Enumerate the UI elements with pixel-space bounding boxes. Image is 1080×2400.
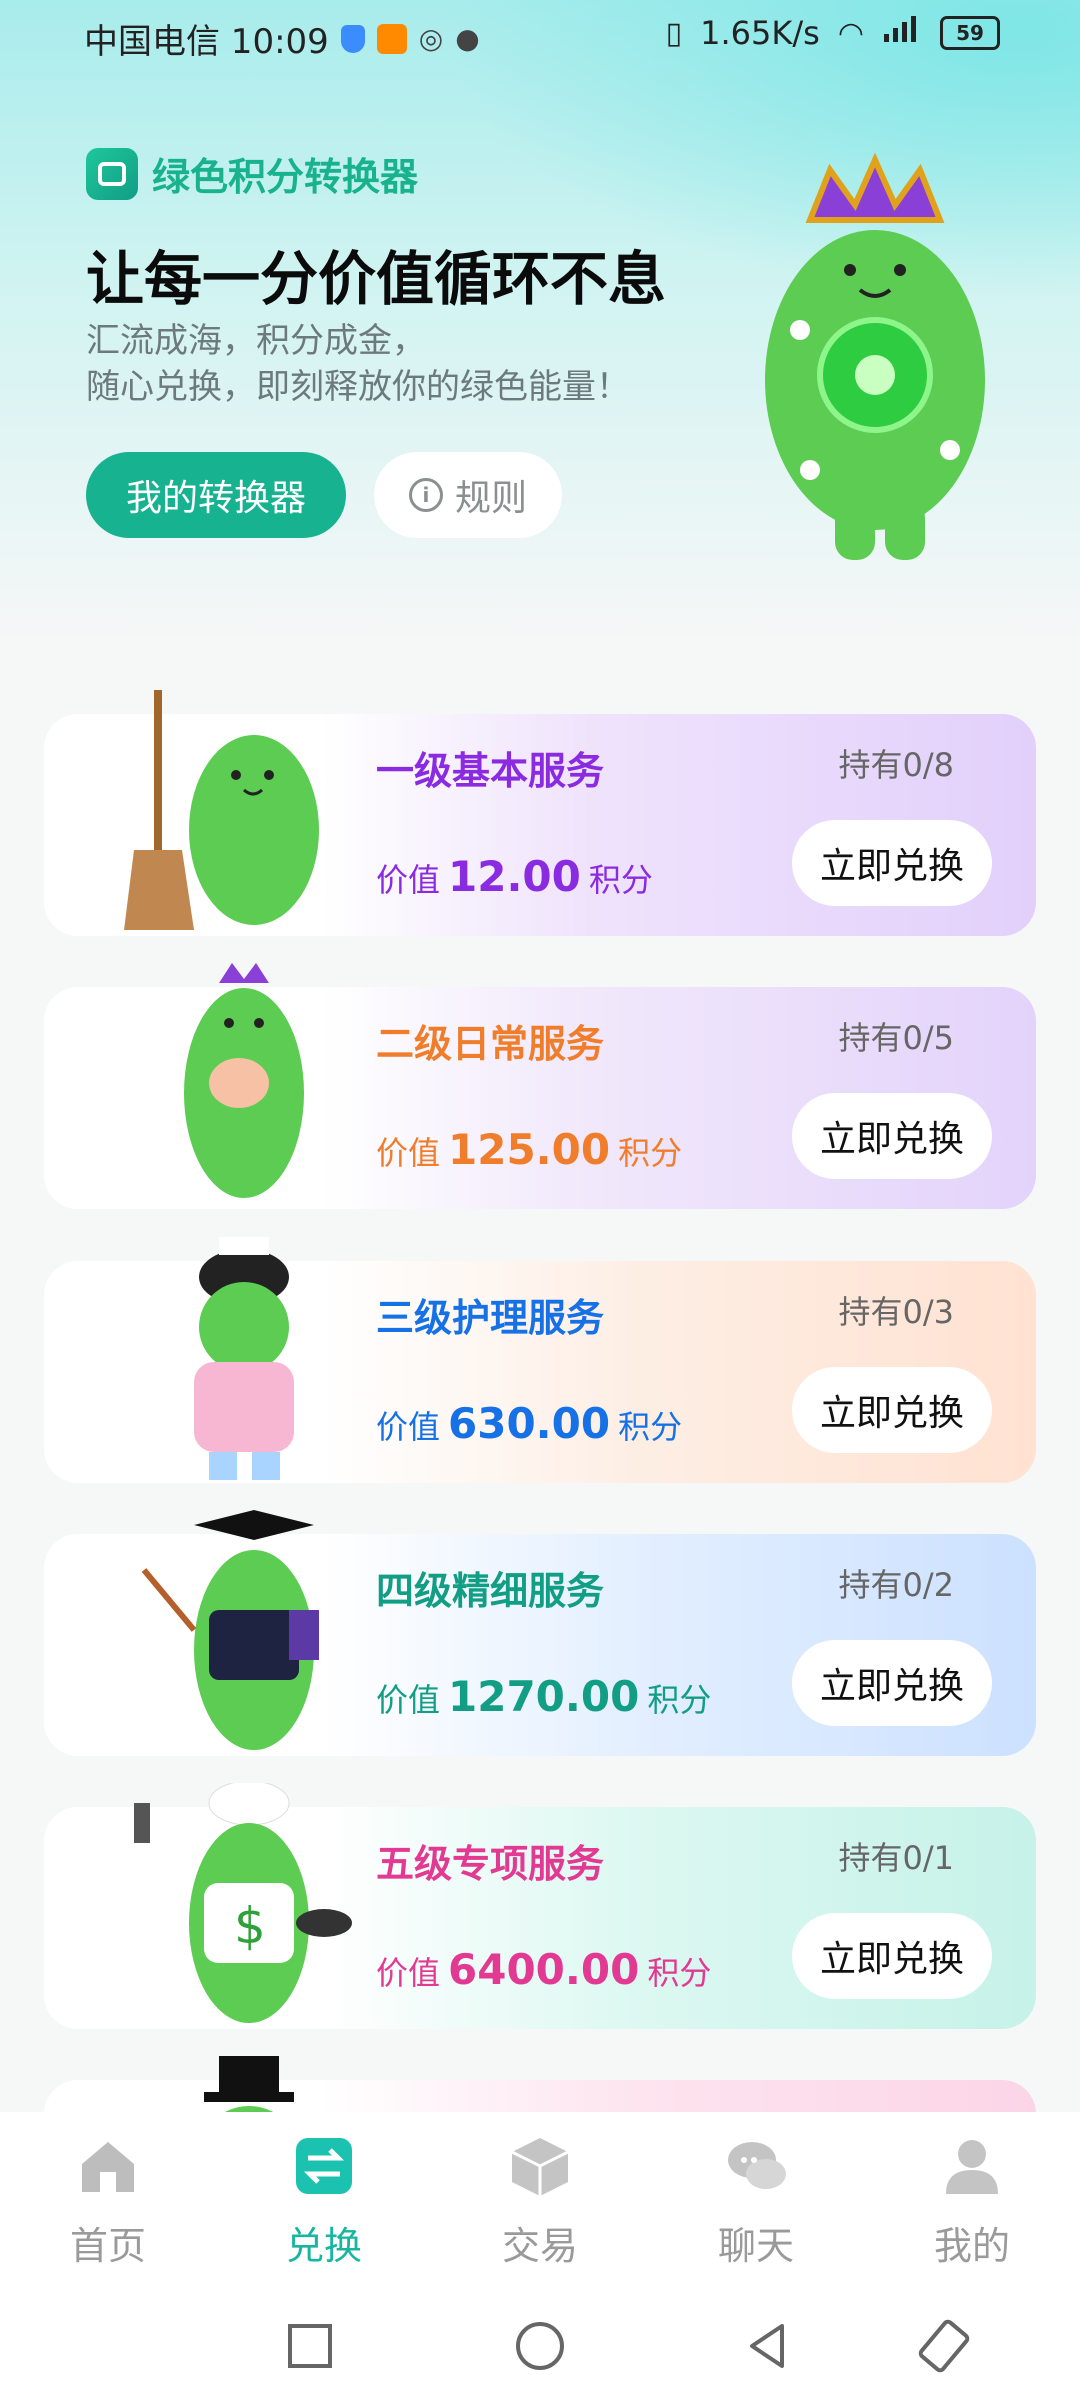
brand-title: 绿色积分转换器 — [152, 155, 419, 199]
value-prefix: 价值 — [376, 1134, 441, 1172]
value-suffix: 积分 — [588, 861, 653, 899]
nav-chat[interactable]: 聊天 — [676, 2134, 836, 2270]
taobao-app-icon — [376, 23, 407, 54]
service-card-level-3: 三级护理服务 持有0/3 价值 630.00 积分 立即兑换 — [44, 1237, 1036, 1483]
value-suffix: 积分 — [647, 1954, 712, 1992]
card-holdings: 持有0/5 — [838, 1019, 954, 1057]
info-icon: i — [408, 478, 443, 512]
rules-button[interactable]: i 规则 — [374, 452, 562, 538]
crowned-mascot-illustration — [765, 152, 985, 560]
nav-trade[interactable]: 交易 — [460, 2134, 620, 2270]
nav-exchange-label: 兑换 — [285, 2224, 362, 2268]
value-amount: 12.00 — [448, 852, 581, 901]
back-icon[interactable] — [738, 2316, 798, 2376]
exchange-now-button[interactable]: 立即兑换 — [792, 1913, 992, 1999]
carrier-time: 中国电信 10:09 — [84, 22, 329, 62]
my-converter-button[interactable]: 我的转换器 — [86, 452, 346, 538]
subtitle: 汇流成海，积分成金， 随心兑换，即刻释放你的绿色能量！ — [86, 318, 630, 410]
value-prefix: 价值 — [376, 861, 441, 899]
card-value: 价值 125.00 积分 — [376, 1125, 682, 1174]
headline: 让每一分价值循环不息 — [86, 245, 667, 313]
vibrate-icon: ▯ — [665, 15, 683, 51]
status-left: 中国电信 10:09 ◎ ● — [84, 14, 480, 63]
nav-trade-label: 交易 — [501, 2224, 578, 2268]
service-card-level-2: 二级日常服务 持有0/5 价值 125.00 积分 立即兑换 — [44, 963, 1036, 1209]
value-amount: 630.00 — [448, 1399, 611, 1448]
converter-logo-icon — [86, 147, 138, 200]
value-prefix: 价值 — [376, 1681, 441, 1719]
net-speed: 1.65K/s — [700, 14, 820, 52]
shield-app-icon — [340, 24, 365, 53]
nav-home-label: 首页 — [69, 2224, 146, 2268]
card-title: 一级基本服务 — [376, 749, 605, 793]
exchange-now-button[interactable]: 立即兑换 — [792, 1367, 992, 1453]
value-prefix: 价值 — [376, 1408, 441, 1446]
rotate-screen-icon[interactable] — [914, 2316, 974, 2376]
card-value: 价值 1270.00 积分 — [376, 1672, 711, 1721]
brand: 绿色积分转换器 — [86, 146, 418, 201]
nav-chat-label: 聊天 — [717, 2224, 794, 2268]
broom-mascot-illustration — [124, 690, 319, 930]
wechat-icon: ◎ — [418, 22, 444, 55]
nav-mine[interactable]: 我的 — [892, 2134, 1052, 2270]
card-holdings: 持有0/2 — [838, 1566, 954, 1604]
value-suffix: 积分 — [647, 1681, 712, 1719]
card-value: 价值 630.00 积分 — [376, 1399, 682, 1448]
status-right: ▯ 1.65K/s ◠ 59 — [666, 14, 1000, 52]
chat-icon — [728, 2142, 786, 2189]
card-value: 价值 12.00 积分 — [376, 852, 653, 901]
user-icon — [946, 2140, 998, 2194]
graduate-mascot-illustration — [141, 1510, 319, 1750]
value-amount: 6400.00 — [448, 1945, 640, 1994]
value-amount: 125.00 — [448, 1125, 611, 1174]
bottom-navigation: 首页 兑换 交易 聊天 我的 — [0, 2112, 1080, 2292]
value-amount: 1270.00 — [448, 1672, 640, 1721]
card-title: 二级日常服务 — [376, 1022, 605, 1066]
service-card-level-4: 四级精细服务 持有0/2 价值 1270.00 积分 立即兑换 — [44, 1510, 1036, 1756]
exchange-now-button[interactable]: 立即兑换 — [792, 1640, 992, 1726]
nurse-mascot-illustration — [194, 1237, 294, 1480]
value-suffix: 积分 — [618, 1134, 683, 1172]
svg-text:$: $ — [234, 1897, 266, 1955]
nav-mine-label: 我的 — [933, 2224, 1010, 2268]
card-title: 三级护理服务 — [376, 1296, 605, 1340]
card-holdings: 持有0/8 — [838, 746, 954, 784]
chef-mascot-illustration: $ — [134, 1783, 352, 2023]
home-icon — [82, 2142, 134, 2192]
service-card-level-1: 一级基本服务 持有0/8 价值 12.00 积分 立即兑换 — [44, 690, 1036, 936]
signal-icon — [882, 14, 922, 52]
qq-icon: ● — [455, 22, 480, 55]
nav-exchange[interactable]: 兑换 — [244, 2134, 404, 2270]
card-holdings: 持有0/1 — [838, 1839, 954, 1877]
subtitle-line-1: 汇流成海，积分成金， — [86, 321, 426, 361]
box-icon — [511, 2138, 569, 2196]
exchange-now-button[interactable]: 立即兑换 — [792, 820, 992, 906]
system-navigation-bar — [0, 2292, 1080, 2400]
card-value: 价值 6400.00 积分 — [376, 1945, 711, 1994]
card-holdings: 持有0/3 — [838, 1293, 954, 1331]
card-title: 五级专项服务 — [376, 1842, 605, 1886]
battery-icon: 59 — [940, 16, 1000, 50]
home-circle-icon[interactable] — [510, 2316, 570, 2376]
nav-home[interactable]: 首页 — [28, 2134, 188, 2270]
card-title: 四级精细服务 — [376, 1569, 605, 1613]
wifi-icon: ◠ — [837, 15, 864, 51]
subtitle-line-2: 随心兑换，即刻释放你的绿色能量！ — [86, 367, 630, 407]
rules-label: 规则 — [454, 478, 527, 519]
status-bar: 中国电信 10:09 ◎ ● ▯ 1.65K/s ◠ 59 — [0, 0, 1080, 72]
recent-apps-icon[interactable] — [280, 2316, 340, 2376]
exchange-now-button[interactable]: 立即兑换 — [792, 1093, 992, 1179]
exchange-icon — [296, 2138, 352, 2194]
value-suffix: 积分 — [618, 1408, 683, 1446]
baby-mascot-illustration — [184, 963, 304, 1198]
value-prefix: 价值 — [376, 1954, 441, 1992]
service-card-level-5: $ 五级专项服务 持有0/1 价值 6400.00 积分 立即兑换 — [44, 1783, 1036, 2029]
